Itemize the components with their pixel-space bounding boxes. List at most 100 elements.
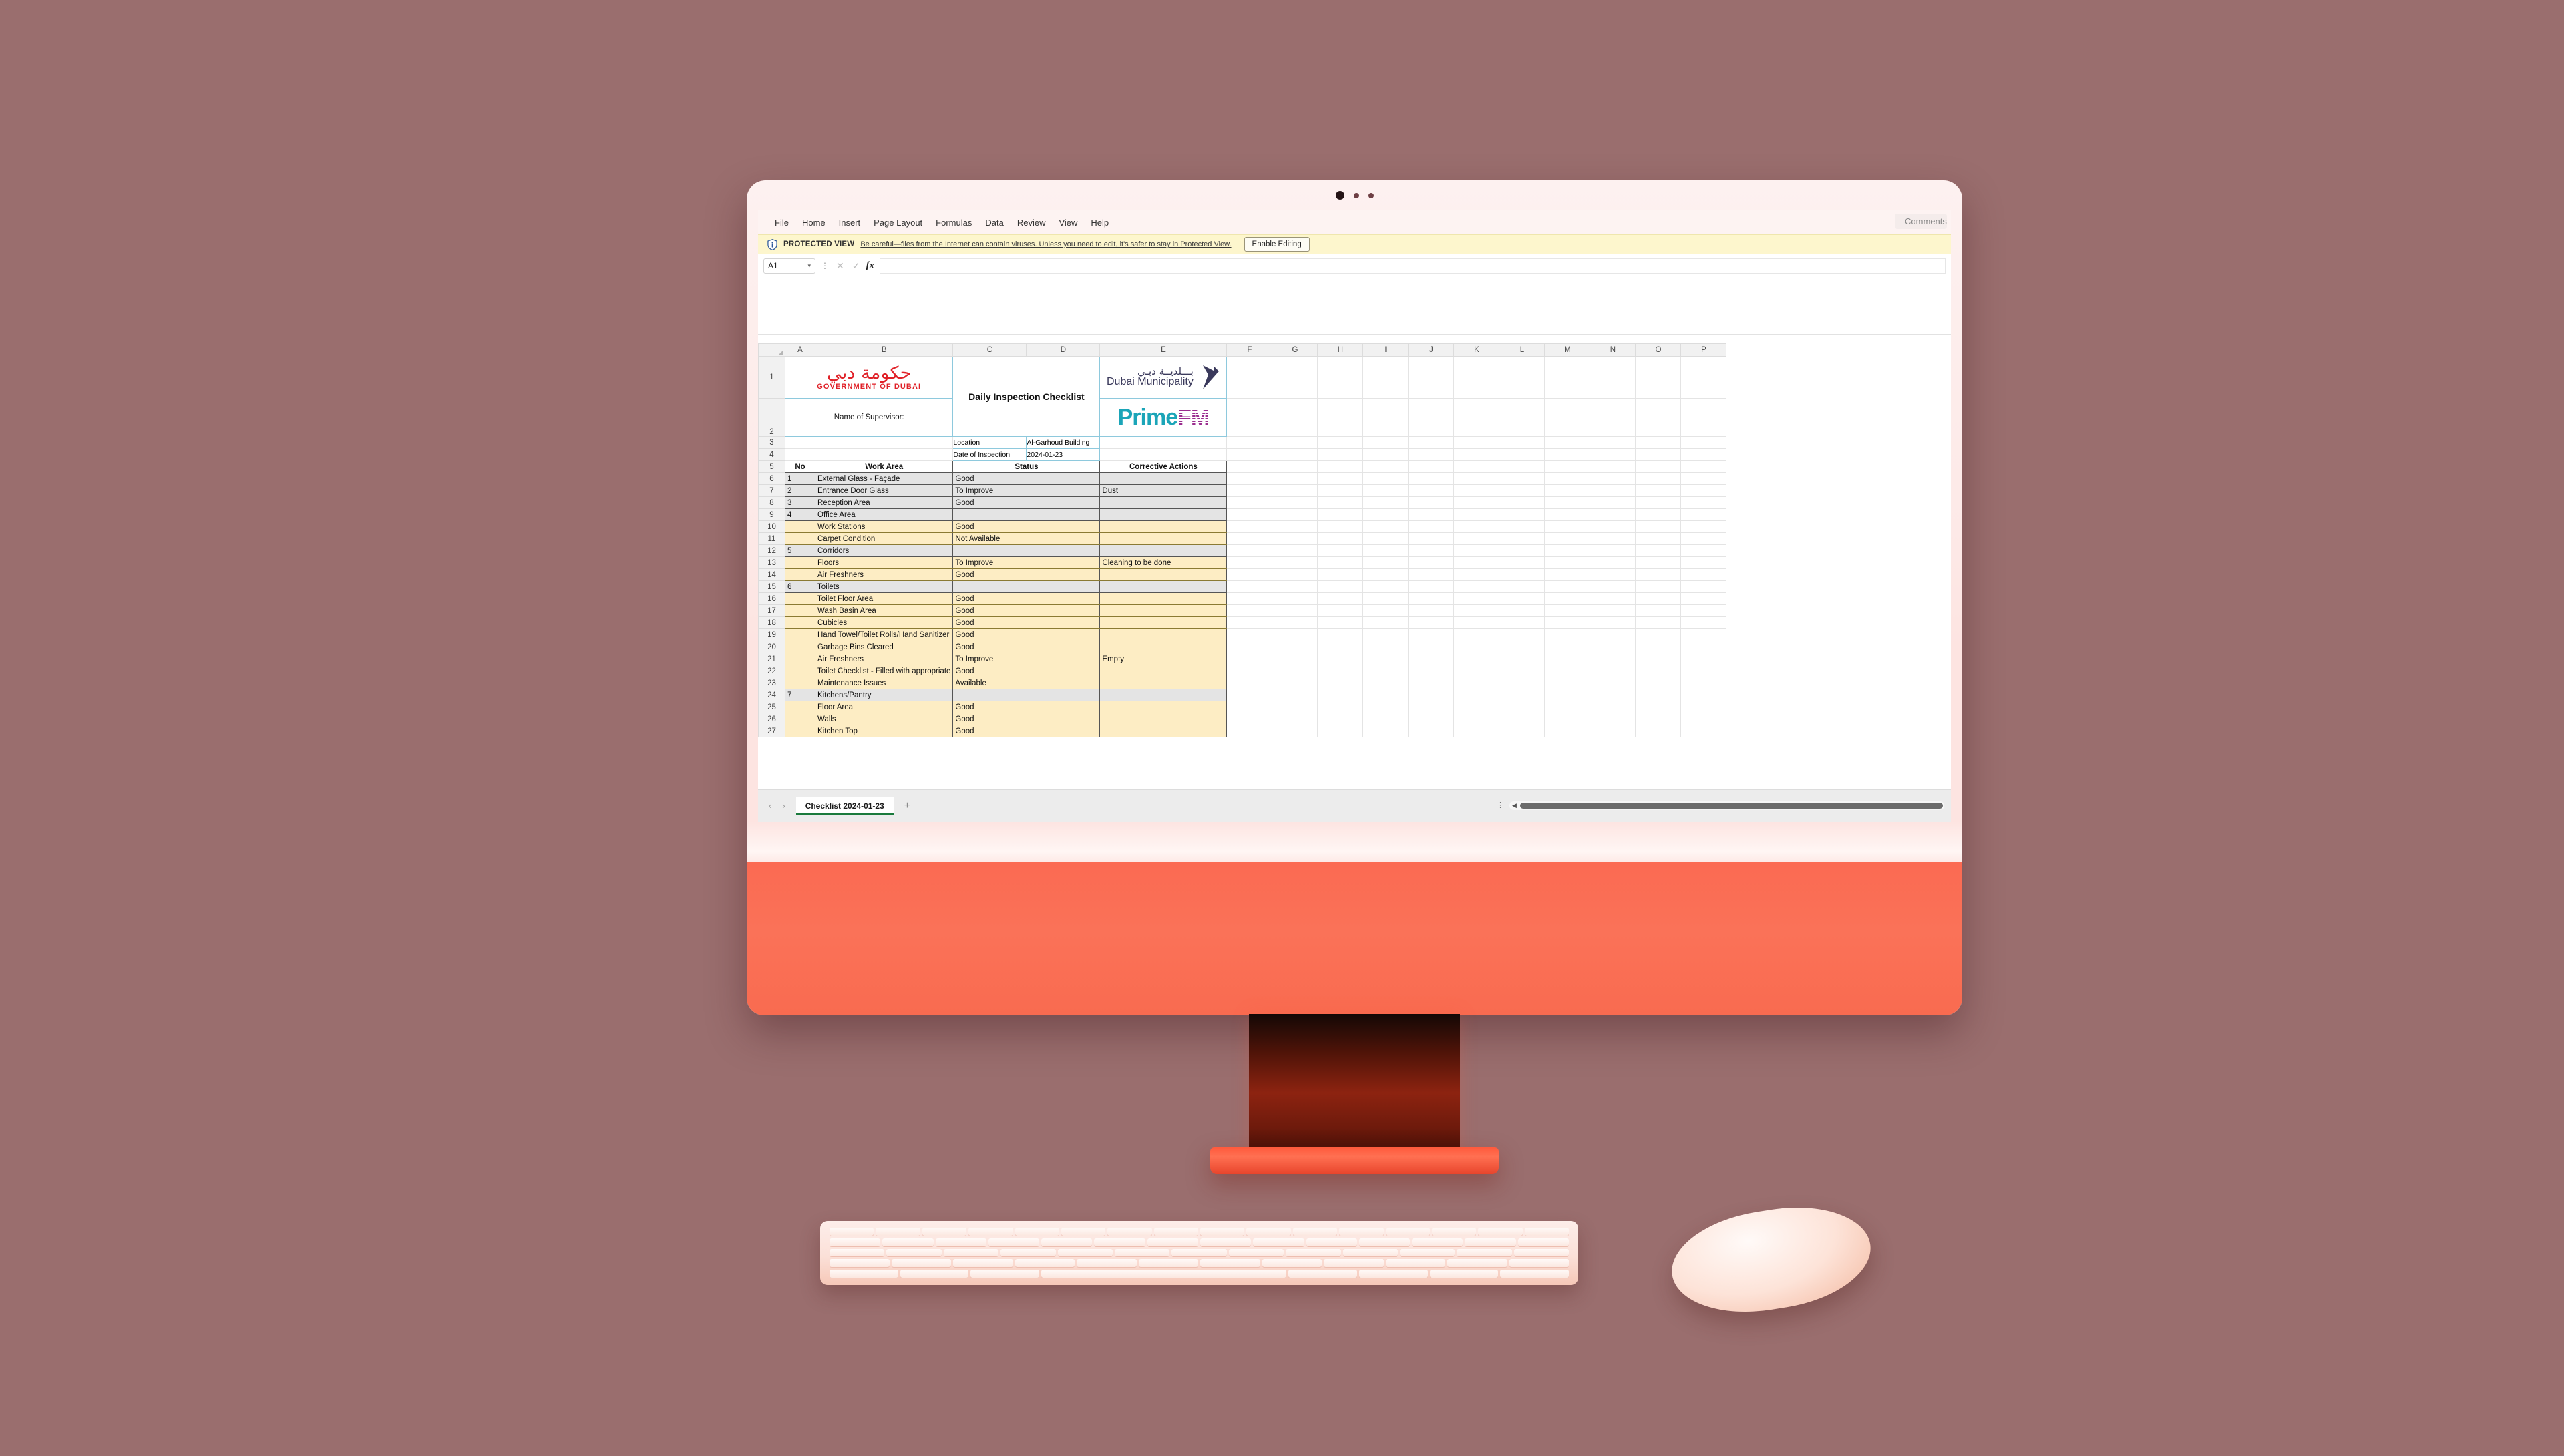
cell-status-20[interactable]: Good xyxy=(952,641,1101,653)
cell-m11[interactable] xyxy=(1544,532,1591,545)
cell-k4[interactable] xyxy=(1453,448,1500,461)
keyboard-key[interactable] xyxy=(1228,1248,1284,1258)
cell-status-14[interactable]: Good xyxy=(952,568,1101,581)
cell-o9[interactable] xyxy=(1635,508,1682,521)
cell-j18[interactable] xyxy=(1408,616,1455,629)
keyboard-key[interactable] xyxy=(1094,1238,1145,1247)
cell-work-area-8[interactable]: Reception Area xyxy=(814,496,954,509)
cell-p13[interactable] xyxy=(1680,556,1727,569)
column-header-j[interactable]: J xyxy=(1408,343,1455,357)
cell-k11[interactable] xyxy=(1453,532,1500,545)
cell-m23[interactable] xyxy=(1544,677,1591,689)
cell-a4[interactable] xyxy=(785,448,815,461)
cell-no-7[interactable]: 2 xyxy=(785,484,815,497)
cell-k7[interactable] xyxy=(1453,484,1500,497)
cell-status-7[interactable]: To Improve xyxy=(952,484,1101,497)
row-header-25[interactable]: 25 xyxy=(758,701,785,713)
keyboard-key[interactable] xyxy=(1447,1259,1507,1268)
cell-n25[interactable] xyxy=(1590,701,1636,713)
cell-corrective-action-26[interactable] xyxy=(1099,713,1228,725)
cell-no-18[interactable] xyxy=(785,616,815,629)
cell-f7[interactable] xyxy=(1226,484,1273,497)
cell-k26[interactable] xyxy=(1453,713,1500,725)
cell-g11[interactable] xyxy=(1272,532,1318,545)
column-header-m[interactable]: M xyxy=(1544,343,1591,357)
cell-f15[interactable] xyxy=(1226,580,1273,593)
cell-j17[interactable] xyxy=(1408,604,1455,617)
cell-g9[interactable] xyxy=(1272,508,1318,521)
keyboard-key[interactable] xyxy=(1478,1228,1523,1236)
cell-f10[interactable] xyxy=(1226,520,1273,533)
cell-h5[interactable] xyxy=(1317,460,1364,473)
cell-status-9[interactable] xyxy=(952,508,1101,521)
cell-m5[interactable] xyxy=(1544,460,1591,473)
keyboard-key[interactable] xyxy=(1358,1270,1428,1278)
cell-k23[interactable] xyxy=(1453,677,1500,689)
cell-l13[interactable] xyxy=(1499,556,1545,569)
cell-l10[interactable] xyxy=(1499,520,1545,533)
cell-o5[interactable] xyxy=(1635,460,1682,473)
cell-n20[interactable] xyxy=(1590,641,1636,653)
cell-m13[interactable] xyxy=(1544,556,1591,569)
cell-corrective-action-9[interactable] xyxy=(1099,508,1228,521)
cell-k20[interactable] xyxy=(1453,641,1500,653)
cell-f5[interactable] xyxy=(1226,460,1273,473)
column-header-g[interactable]: G xyxy=(1272,343,1318,357)
cell-n7[interactable] xyxy=(1590,484,1636,497)
cell-n13[interactable] xyxy=(1590,556,1636,569)
cell-p24[interactable] xyxy=(1680,689,1727,701)
cell-supervisor-label[interactable]: Name of Supervisor: xyxy=(784,398,954,437)
ribbon-tab-help[interactable]: Help xyxy=(1085,214,1115,231)
cell-m25[interactable] xyxy=(1544,701,1591,713)
cell-status-21[interactable]: To Improve xyxy=(952,653,1101,665)
keyboard-key[interactable] xyxy=(1015,1228,1059,1236)
cell-f2[interactable] xyxy=(1226,398,1273,437)
table-header-work-area[interactable]: Work Area xyxy=(814,460,954,473)
keyboard-key[interactable] xyxy=(1339,1228,1384,1236)
cell-j2[interactable] xyxy=(1408,398,1455,437)
cell-l21[interactable] xyxy=(1499,653,1545,665)
cell-l24[interactable] xyxy=(1499,689,1545,701)
cell-work-area-24[interactable]: Kitchens/Pantry xyxy=(814,689,954,701)
cell-i9[interactable] xyxy=(1362,508,1409,521)
cell-n18[interactable] xyxy=(1590,616,1636,629)
cell-p25[interactable] xyxy=(1680,701,1727,713)
cell-j1[interactable] xyxy=(1408,356,1455,399)
cell-l6[interactable] xyxy=(1499,472,1545,485)
cell-k3[interactable] xyxy=(1453,436,1500,449)
cell-f6[interactable] xyxy=(1226,472,1273,485)
cell-i25[interactable] xyxy=(1362,701,1409,713)
cell-p27[interactable] xyxy=(1680,725,1727,737)
keyboard-key[interactable] xyxy=(1431,1228,1477,1236)
keyboard-key[interactable] xyxy=(830,1259,890,1268)
cell-p2[interactable] xyxy=(1680,398,1727,437)
cell-l17[interactable] xyxy=(1499,604,1545,617)
cell-j26[interactable] xyxy=(1408,713,1455,725)
cell-work-area-10[interactable]: Work Stations xyxy=(814,520,954,533)
cell-no-22[interactable] xyxy=(785,665,815,677)
cell-l14[interactable] xyxy=(1499,568,1545,581)
cell-no-26[interactable] xyxy=(785,713,815,725)
column-header-f[interactable]: F xyxy=(1226,343,1273,357)
cell-date-value[interactable]: 2024-01-23 xyxy=(1026,448,1101,461)
cell-work-area-7[interactable]: Entrance Door Glass xyxy=(814,484,954,497)
cell-i21[interactable] xyxy=(1362,653,1409,665)
cell-m9[interactable] xyxy=(1544,508,1591,521)
magic-keyboard[interactable] xyxy=(820,1221,1578,1285)
cell-g4[interactable] xyxy=(1272,448,1318,461)
cell-l9[interactable] xyxy=(1499,508,1545,521)
cell-h3[interactable] xyxy=(1317,436,1364,449)
row-header-21[interactable]: 21 xyxy=(758,653,785,665)
cell-n16[interactable] xyxy=(1590,592,1636,605)
cell-status-12[interactable] xyxy=(952,544,1101,557)
cell-i3[interactable] xyxy=(1362,436,1409,449)
keyboard-key[interactable] xyxy=(1041,1238,1093,1247)
cell-f25[interactable] xyxy=(1226,701,1273,713)
cell-k16[interactable] xyxy=(1453,592,1500,605)
insert-function-icon[interactable]: fx xyxy=(866,260,874,272)
row-header-5[interactable]: 5 xyxy=(758,460,785,473)
cell-j21[interactable] xyxy=(1408,653,1455,665)
cell-g27[interactable] xyxy=(1272,725,1318,737)
ribbon-tab-formulas[interactable]: Formulas xyxy=(930,214,978,231)
comments-button[interactable]: Comments xyxy=(1895,214,1947,229)
